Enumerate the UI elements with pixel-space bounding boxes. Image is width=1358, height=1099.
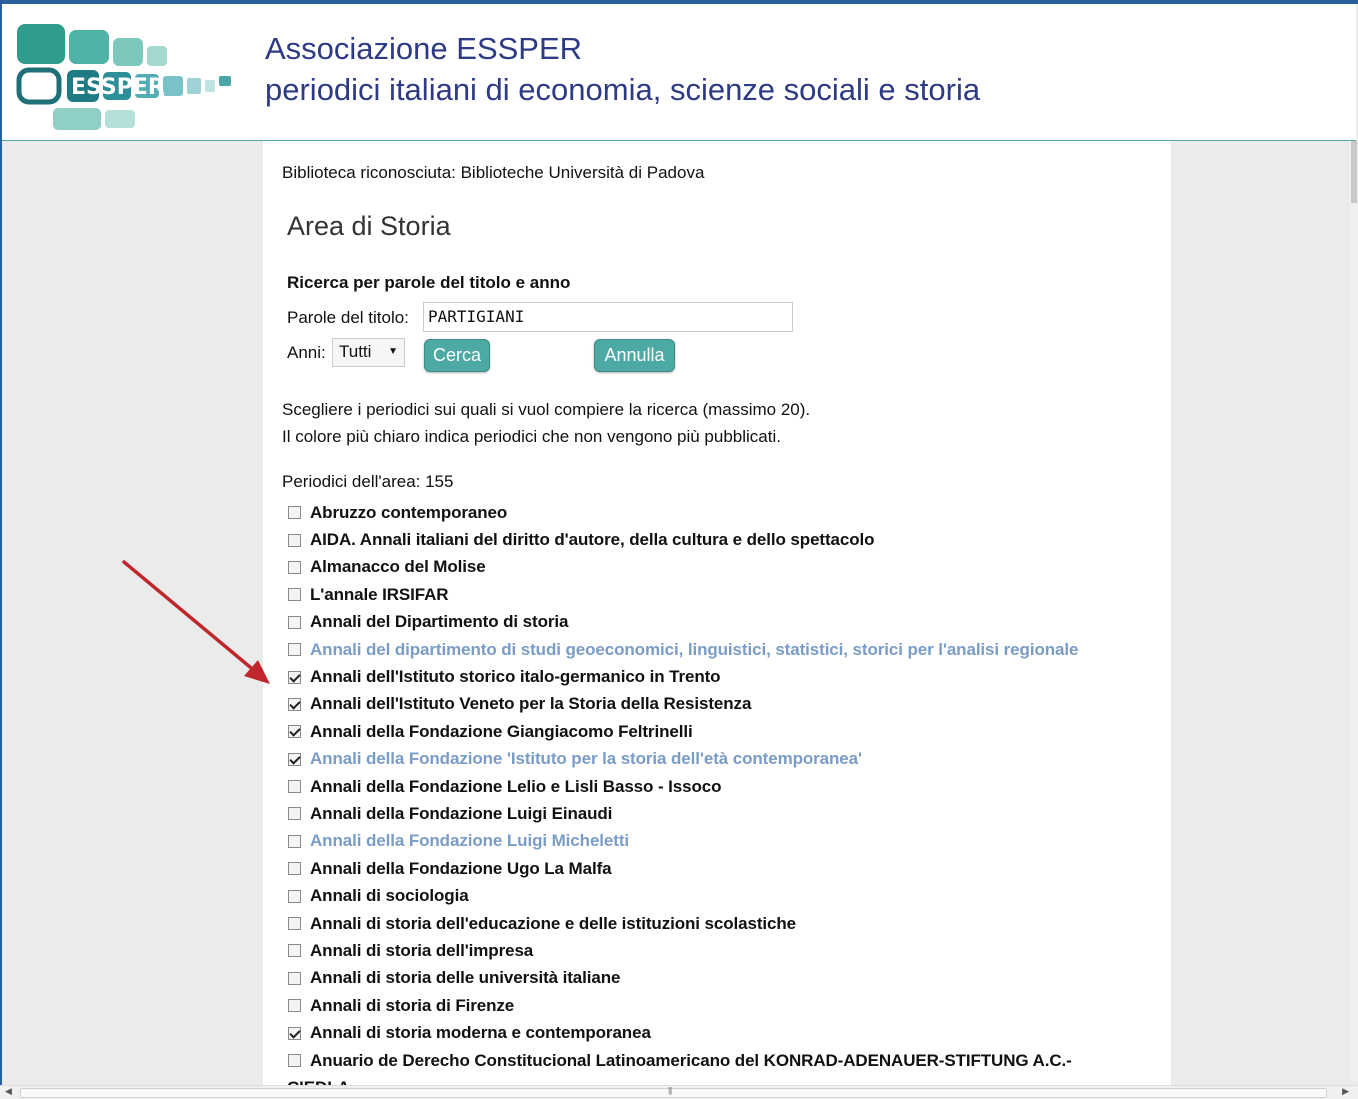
- periodical-item[interactable]: Abruzzo contemporaneo: [288, 499, 1168, 526]
- periodical-checkbox[interactable]: [288, 999, 301, 1013]
- periodical-item[interactable]: Annali dell'Istituto storico italo-germa…: [288, 663, 1168, 690]
- periodical-item[interactable]: Almanacco del Molise: [288, 554, 1168, 581]
- scroll-left-icon[interactable]: ◀: [5, 1086, 12, 1097]
- periodical-checkbox[interactable]: [288, 780, 301, 794]
- periodical-label[interactable]: Annali del Dipartimento di storia: [310, 612, 568, 632]
- site-title[interactable]: Associazione ESSPER periodici italiani d…: [265, 28, 980, 110]
- periodical-item[interactable]: Anuario de Derecho Constitucional Latino…: [288, 1047, 1168, 1074]
- title-words-input[interactable]: PARTIGIANI: [423, 302, 793, 332]
- periodical-label[interactable]: Annali di storia dell'educazione e delle…: [310, 914, 796, 934]
- periodical-label[interactable]: Annali della Fondazione Luigi Micheletti: [310, 831, 629, 851]
- instructions-line1: Scegliere i periodici sui quali si vuol …: [282, 400, 811, 419]
- periodical-item[interactable]: Annali della Fondazione Lelio e Lisli Ba…: [288, 773, 1168, 800]
- periodical-checkbox[interactable]: [288, 1054, 301, 1067]
- vertical-scroll-thumb[interactable]: [1351, 141, 1357, 203]
- periodical-label[interactable]: Anuario de Derecho Constitucional Latino…: [310, 1051, 1072, 1071]
- periodical-checkbox[interactable]: [288, 560, 301, 574]
- dropdown-arrow-icon: ▼: [388, 346, 398, 357]
- red-arrow-annotation: [122, 560, 270, 684]
- periodical-label[interactable]: Abruzzo contemporaneo: [310, 503, 507, 523]
- scroll-right-icon[interactable]: ▶: [1342, 1086, 1349, 1097]
- periodical-item[interactable]: Annali di storia di Firenze: [288, 992, 1168, 1019]
- periodical-label[interactable]: Annali del dipartimento di studi geoecon…: [310, 640, 1078, 660]
- periodical-checkbox[interactable]: [288, 862, 301, 876]
- vertical-scrollbar[interactable]: [1350, 141, 1358, 1081]
- periodical-item[interactable]: Annali di sociologia: [288, 882, 1168, 909]
- cancel-button[interactable]: Annulla: [594, 339, 675, 372]
- periodical-checkbox[interactable]: [288, 533, 301, 547]
- periodicals-count: Periodici dell'area: 155: [282, 472, 454, 491]
- periodical-item[interactable]: Annali della Fondazione Giangiacomo Felt…: [288, 718, 1168, 745]
- search-heading: Ricerca per parole del titolo e anno: [287, 273, 571, 292]
- periodical-item[interactable]: Annali del dipartimento di studi geoecon…: [288, 636, 1168, 663]
- site-header: ESSPER Associazione ESSPER periodici ita…: [1, 4, 1356, 141]
- periodical-checkbox[interactable]: [288, 889, 301, 903]
- periodicals-list: Abruzzo contemporaneo AIDA. Annali italia…: [287, 499, 1168, 1086]
- periodical-checkbox[interactable]: [288, 697, 301, 711]
- periodical-label[interactable]: Annali di sociologia: [310, 886, 469, 906]
- years-label: Anni:: [287, 343, 326, 362]
- periodical-label[interactable]: AIDA. Annali italiani del diritto d'auto…: [310, 530, 875, 550]
- periodical-checkbox[interactable]: [288, 834, 301, 848]
- site-title-line2: periodici italiani di economia, scienze …: [265, 72, 981, 107]
- main-content: Biblioteca riconosciuta: Biblioteche Uni…: [263, 141, 1171, 1086]
- essper-logo[interactable]: ESSPER: [13, 20, 237, 132]
- years-selected-value: Tutti: [339, 342, 372, 361]
- periodical-item[interactable]: Annali di storia dell'educazione e delle…: [288, 910, 1168, 937]
- horizontal-scroll-thumb[interactable]: [20, 1088, 1327, 1098]
- years-select[interactable]: Tutti ▼: [332, 338, 405, 367]
- periodical-item[interactable]: Annali della Fondazione Ugo La Malfa: [288, 855, 1168, 882]
- periodical-label[interactable]: Annali dell'Istituto Veneto per la Stori…: [310, 694, 751, 714]
- periodical-item[interactable]: Annali di storia moderna e contemporanea: [288, 1019, 1168, 1046]
- periodical-checkbox[interactable]: [288, 615, 301, 629]
- periodical-checkbox[interactable]: [288, 725, 301, 739]
- periodical-item[interactable]: Annali dell'Istituto Veneto per la Stori…: [288, 691, 1168, 718]
- left-border: [0, 4, 2, 1099]
- periodical-item[interactable]: L'annale IRSIFAR: [288, 581, 1168, 608]
- periodical-item[interactable]: AIDA. Annali italiani del diritto d'auto…: [288, 526, 1168, 553]
- periodical-checkbox[interactable]: [288, 1026, 301, 1040]
- title-words-label: Parole del titolo:: [287, 308, 409, 327]
- scroll-grip-icon: |||: [668, 1086, 672, 1095]
- periodical-checkbox[interactable]: [288, 588, 301, 602]
- search-button[interactable]: Cerca: [424, 339, 490, 372]
- periodical-label[interactable]: Annali della Fondazione 'Istituto per la…: [310, 749, 862, 769]
- periodical-checkbox[interactable]: [288, 807, 301, 821]
- periodical-label[interactable]: Annali di storia di Firenze: [310, 996, 514, 1016]
- periodical-label[interactable]: Annali della Fondazione Ugo La Malfa: [310, 859, 612, 879]
- periodical-label[interactable]: Annali della Fondazione Giangiacomo Felt…: [310, 722, 693, 742]
- periodical-item[interactable]: Annali della Fondazione Luigi Micheletti: [288, 828, 1168, 855]
- periodical-checkbox[interactable]: [288, 643, 301, 657]
- periodical-label[interactable]: Annali dell'Istituto storico italo-germa…: [310, 667, 721, 687]
- periodical-label[interactable]: Annali di storia dell'impresa: [310, 941, 533, 961]
- periodical-checkbox[interactable]: [288, 971, 301, 985]
- horizontal-scrollbar[interactable]: ◀ ||| ▶: [0, 1085, 1358, 1099]
- periodical-checkbox[interactable]: [288, 506, 301, 520]
- periodical-label[interactable]: L'annale IRSIFAR: [310, 585, 449, 605]
- library-info: Biblioteca riconosciuta: Biblioteche Uni…: [282, 163, 705, 182]
- periodical-label[interactable]: Annali della Fondazione Lelio e Lisli Ba…: [310, 777, 721, 797]
- periodical-checkbox[interactable]: [288, 917, 301, 931]
- instructions-line2: Il colore più chiaro indica periodici ch…: [282, 427, 781, 446]
- periodical-checkbox[interactable]: [288, 944, 301, 958]
- periodical-label[interactable]: Annali della Fondazione Luigi Einaudi: [310, 804, 612, 824]
- logo-text: ESSPER: [71, 75, 165, 100]
- periodical-item[interactable]: Annali del Dipartimento di storia: [288, 609, 1168, 636]
- periodical-item[interactable]: Annali di storia delle università italia…: [288, 965, 1168, 992]
- periodical-item[interactable]: Annali della Fondazione 'Istituto per la…: [288, 746, 1168, 773]
- periodical-checkbox[interactable]: [288, 670, 301, 684]
- periodical-label[interactable]: Almanacco del Molise: [310, 557, 486, 577]
- periodical-label[interactable]: Annali di storia delle università italia…: [310, 968, 621, 988]
- page-title: Area di Storia: [287, 211, 451, 241]
- periodical-checkbox[interactable]: [288, 752, 301, 766]
- periodical-item[interactable]: Annali della Fondazione Luigi Einaudi: [288, 800, 1168, 827]
- periodical-label[interactable]: Annali di storia moderna e contemporanea: [310, 1023, 651, 1043]
- site-title-line1: Associazione ESSPER: [265, 31, 583, 66]
- periodical-item[interactable]: Annali di storia dell'impresa: [288, 937, 1168, 964]
